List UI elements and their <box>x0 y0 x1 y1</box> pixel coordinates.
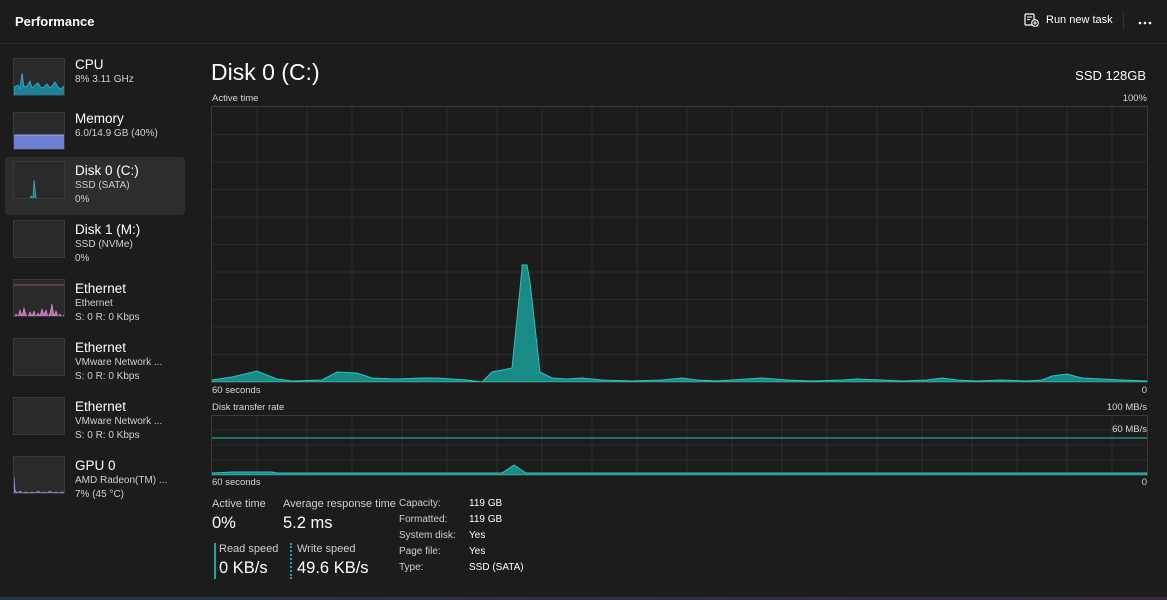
disk-detail-panel: Disk 0 (C:) SSD 128GB Active time 100% 6… <box>195 44 1167 600</box>
title-bar: Performance Run new task <box>0 0 1167 44</box>
avg-response-label: Average response time <box>283 498 396 510</box>
write-speed-value: 49.6 KB/s <box>297 559 369 577</box>
transfer-rate-axis-left: 60 seconds <box>212 477 261 488</box>
disk-title: Disk 0 (C:) <box>211 59 320 85</box>
sidebar-item-ethernet-2[interactable]: Ethernet VMware Network ... S: 0 R: 0 Kb… <box>5 334 185 392</box>
page-file-value: Yes <box>469 546 486 557</box>
sidebar-item-label: CPU <box>75 57 104 72</box>
disk-model: SSD 128GB <box>1075 68 1146 83</box>
sidebar-item-disk-0[interactable]: Disk 0 (C:) SSD (SATA) 0% <box>5 157 185 215</box>
sidebar-item-detail: VMware Network ... <box>75 416 163 427</box>
system-disk-label: System disk: <box>399 530 456 541</box>
sidebar-item-cpu[interactable]: CPU 8% 3.11 GHz <box>5 54 185 112</box>
system-disk-value: Yes <box>469 530 486 541</box>
formatted-value: 119 GB <box>469 514 503 525</box>
sidebar: CPU 8% 3.11 GHz Memory 6.0/14.9 GB (40%)… <box>0 44 195 600</box>
sidebar-item-disk-1[interactable]: Disk 1 (M:) SSD (NVMe) 0% <box>5 216 185 274</box>
formatted-label: Formatted: <box>399 514 448 525</box>
disk-1-mini-graph <box>13 220 65 258</box>
ellipsis-icon <box>1138 12 1152 30</box>
type-value: SSD (SATA) <box>469 562 524 573</box>
transfer-rate-max-label: 100 MB/s <box>1106 402 1147 413</box>
sidebar-item-detail: VMware Network ... <box>75 357 163 368</box>
sidebar-item-label: Disk 0 (C:) <box>75 163 139 178</box>
capacity-label: Capacity: <box>399 498 441 509</box>
read-speed-label: Read speed <box>219 543 279 555</box>
sidebar-item-ethernet-1[interactable]: Ethernet Ethernet S: 0 R: 0 Kbps <box>5 275 185 333</box>
sidebar-item-usage: 0% <box>75 194 90 205</box>
active-time-axis-left: 60 seconds <box>212 385 261 396</box>
active-time-stat-label: Active time <box>212 498 266 510</box>
type-label: Type: <box>399 562 424 573</box>
ethernet-mini-graph <box>13 397 65 435</box>
cpu-mini-graph <box>13 58 65 96</box>
sidebar-item-detail: AMD Radeon(TM) ... <box>75 475 168 486</box>
transfer-rate-axis-right: 0 <box>1141 477 1147 488</box>
page-file-label: Page file: <box>399 546 441 557</box>
sidebar-item-detail: SSD (SATA) <box>75 180 130 191</box>
run-new-task-button[interactable]: Run new task <box>1024 13 1113 27</box>
sidebar-item-gpu-0[interactable]: GPU 0 AMD Radeon(TM) ... 7% (45 °C) <box>5 452 185 510</box>
sidebar-item-detail: 8% 3.11 GHz <box>75 74 134 85</box>
memory-mini-graph <box>13 112 65 150</box>
active-time-stat-value: 0% <box>212 514 236 532</box>
transfer-rate-graph <box>211 415 1148 476</box>
write-speed-label: Write speed <box>297 543 356 555</box>
run-new-task-label: Run new task <box>1046 14 1113 26</box>
sidebar-item-detail: SSD (NVMe) <box>75 239 133 250</box>
disk-0-mini-graph <box>13 161 65 199</box>
sidebar-item-label: GPU 0 <box>75 458 116 473</box>
sidebar-item-usage: 7% (45 °C) <box>75 489 125 500</box>
avg-response-value: 5.2 ms <box>283 514 333 532</box>
ethernet-mini-graph <box>13 338 65 376</box>
sidebar-item-label: Memory <box>75 111 124 126</box>
sidebar-item-usage: S: 0 R: 0 Kbps <box>75 430 140 441</box>
active-time-graph-label: Active time <box>212 93 259 104</box>
sidebar-item-detail: Ethernet <box>75 298 113 309</box>
sidebar-item-label: Ethernet <box>75 340 127 355</box>
sidebar-item-label: Disk 1 (M:) <box>75 222 141 237</box>
more-options-button[interactable] <box>1132 10 1158 32</box>
new-task-icon <box>1024 13 1039 27</box>
sidebar-item-usage: S: 0 R: 0 Kbps <box>75 312 140 323</box>
page-title: Performance <box>15 14 95 29</box>
sidebar-item-label: Ethernet <box>75 281 127 296</box>
ethernet-mini-graph <box>13 279 65 317</box>
active-time-max-label: 100% <box>1122 93 1147 104</box>
read-speed-value: 0 KB/s <box>219 559 268 577</box>
active-time-graph <box>211 106 1148 383</box>
sidebar-item-ethernet-3[interactable]: Ethernet VMware Network ... S: 0 R: 0 Kb… <box>5 393 185 451</box>
active-time-axis-right: 0 <box>1141 385 1147 396</box>
sidebar-item-label: Ethernet <box>75 399 127 414</box>
write-speed-indicator <box>290 543 292 579</box>
transfer-rate-graph-label: Disk transfer rate <box>212 402 285 413</box>
sidebar-item-usage: 0% <box>75 253 90 264</box>
sidebar-item-detail: 6.0/14.9 GB (40%) <box>75 128 158 139</box>
read-speed-indicator <box>214 543 216 579</box>
transfer-rate-scale-label: 60 MB/s <box>1112 424 1147 435</box>
sidebar-item-usage: S: 0 R: 0 Kbps <box>75 371 140 382</box>
capacity-value: 119 GB <box>469 498 503 509</box>
divider <box>1123 12 1124 30</box>
gpu-mini-graph <box>13 456 65 494</box>
